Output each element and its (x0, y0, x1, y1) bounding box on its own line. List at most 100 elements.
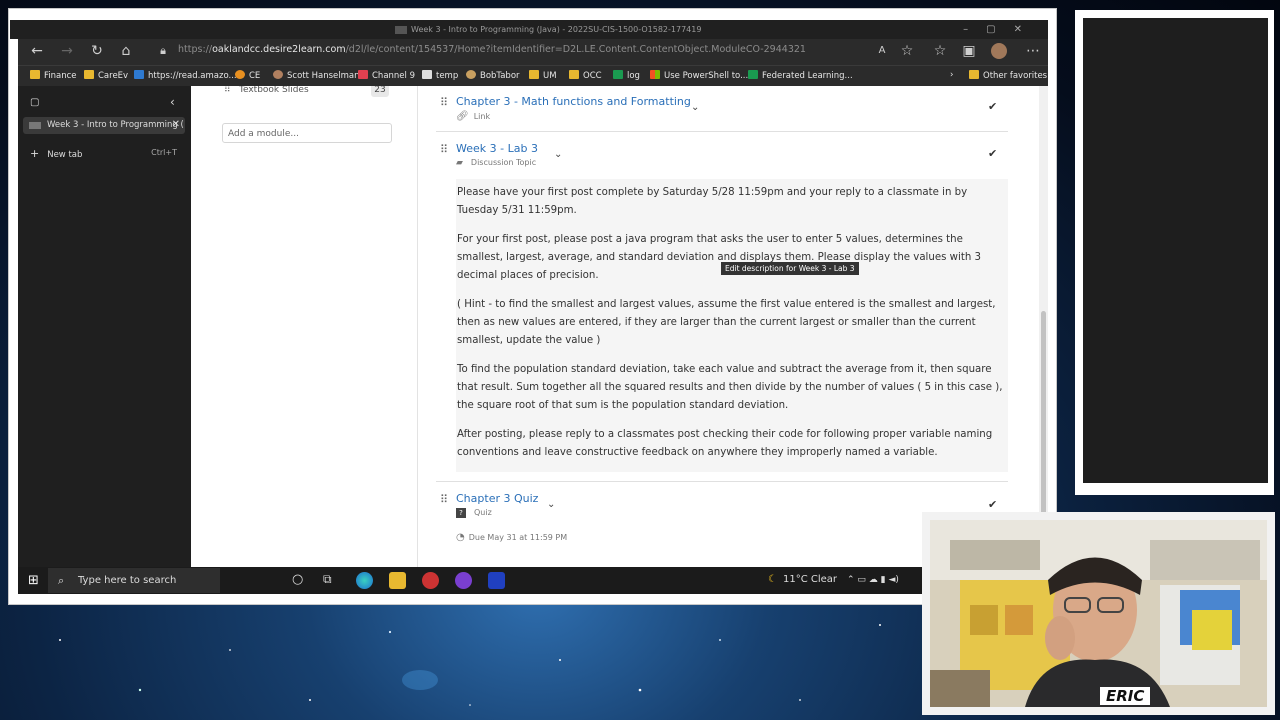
bookmark-item[interactable]: CareEv (84, 70, 128, 81)
divider (436, 131, 1008, 132)
url-field[interactable]: https://oaklandcc.desire2learn.com/d2l/l… (178, 44, 806, 55)
page-icon (422, 70, 432, 79)
chevron-down-icon[interactable]: ⌄ (691, 102, 699, 113)
cortana-icon[interactable]: ○ (292, 572, 303, 587)
avatar-icon (466, 70, 476, 79)
forward-icon[interactable]: → (58, 42, 76, 60)
check-icon: ✔ (988, 147, 998, 160)
drag-handle-icon[interactable]: ⠿ (224, 86, 230, 95)
bookmark-item[interactable]: OCC (569, 70, 602, 81)
window-titlebar: Week 3 - Intro to Programming (Java) - 2… (10, 20, 1048, 39)
tab-active[interactable]: Week 3 - Intro to Programming ( ✕ (23, 117, 185, 134)
bookmarks-overflow-icon[interactable]: › (950, 70, 953, 80)
page-content: ⠿ Textbook Slides 23 Add a module... ⠿ C… (191, 86, 1048, 567)
more-menu-icon[interactable]: ⋯ (1024, 42, 1042, 60)
task-view-icon[interactable]: ⧉ (323, 572, 332, 587)
favorites-icon[interactable]: ☆ (931, 42, 949, 60)
edge-icon[interactable] (356, 572, 373, 589)
description-paragraph: To find the population standard deviatio… (457, 364, 1003, 411)
folder-icon (529, 70, 539, 79)
new-tab-button[interactable]: + New tab (30, 147, 82, 160)
secondary-window-content (1083, 18, 1268, 483)
star-icon (235, 70, 245, 79)
folder-icon (30, 70, 40, 79)
chevron-down-icon[interactable]: ⌄ (554, 149, 562, 160)
chevron-down-icon[interactable]: ⌄ (547, 499, 555, 510)
divider (436, 481, 1008, 482)
item-type: ? Quiz (456, 508, 492, 518)
description-paragraph: After posting, please reply to a classma… (457, 429, 993, 458)
obs-icon[interactable] (422, 572, 439, 589)
clock-icon: ◔ (456, 532, 465, 543)
add-module-input[interactable]: Add a module... (222, 123, 392, 143)
read-aloud-icon[interactable]: A (873, 42, 891, 60)
item-type: ▰ Discussion Topic (456, 158, 537, 168)
intellij-icon[interactable] (488, 572, 505, 589)
bookmark-item[interactable]: Finance (30, 70, 77, 81)
item-title-chapter3[interactable]: Chapter 3 - Math functions and Formattin… (456, 95, 691, 108)
webcam-name-label: ERIC (1100, 687, 1151, 705)
favorite-star-icon[interactable]: ☆ (898, 42, 916, 60)
folder-icon (569, 70, 579, 79)
drag-handle-icon[interactable]: ⠿ (440, 493, 448, 506)
profile-avatar[interactable] (991, 43, 1007, 59)
bookmark-item[interactable]: UM (529, 70, 557, 81)
channel-icon (358, 70, 368, 79)
d2l-favicon-icon (29, 122, 41, 129)
bookmark-item[interactable]: temp (422, 70, 458, 81)
window-controls[interactable]: –▢✕ (963, 20, 1040, 39)
tray-icons[interactable]: ⌃ ▭ ☁ ▮ ◄) (847, 575, 899, 585)
bookmark-item[interactable]: BobTabor (466, 70, 520, 81)
description-paragraph: ( Hint - to find the smallest and larges… (457, 299, 996, 346)
search-icon: ⌕ (58, 574, 65, 587)
bookmark-item[interactable]: Scott Hanselman (273, 70, 360, 81)
bookmark-item[interactable]: CE (235, 70, 260, 81)
tab-actions-icon[interactable]: ▢ (30, 97, 39, 108)
window-title: Week 3 - Intro to Programming (Java) - 2… (411, 25, 702, 34)
other-favorites[interactable]: Other favorites (969, 70, 1047, 81)
lab3-description[interactable]: Please have your first post complete by … (456, 179, 1008, 472)
github-desktop-icon[interactable] (455, 572, 472, 589)
collapse-sidebar-icon[interactable]: ‹ (170, 95, 175, 109)
back-icon[interactable]: ← (28, 42, 46, 60)
bookmark-item[interactable]: Federated Learning... (748, 70, 853, 81)
module-count-badge: 23 (371, 86, 389, 97)
page-scrollbar[interactable] (1039, 86, 1048, 567)
taskbar-search[interactable]: ⌕ Type here to search (48, 568, 220, 593)
search-placeholder: Type here to search (78, 575, 177, 586)
file-explorer-icon[interactable] (389, 572, 406, 589)
vertical-tabs-sidebar: ▢ ‹ Week 3 - Intro to Programming ( ✕ + N… (18, 86, 191, 567)
new-tab-shortcut: Ctrl+T (151, 148, 177, 157)
refresh-icon[interactable]: ↻ (88, 42, 106, 60)
webcam-frame: ERIC (930, 520, 1267, 707)
webcam-scene (930, 520, 1267, 707)
discussion-icon: ▰ (456, 158, 463, 168)
microsoft-icon (650, 70, 660, 79)
avatar-icon (273, 70, 283, 79)
due-date: ◔ Due May 31 at 11:59 PM (456, 532, 568, 543)
item-title-lab3[interactable]: Week 3 - Lab 3 (456, 142, 538, 155)
moon-icon: ☾ (768, 574, 777, 585)
plus-icon: + (30, 147, 40, 160)
item-type: 🔗︎ Link (456, 111, 491, 122)
module-textbook-slides[interactable]: Textbook Slides (239, 86, 309, 95)
secondary-window (1075, 10, 1274, 495)
bookmark-item[interactable]: Channel 9 (358, 70, 415, 81)
drag-handle-icon[interactable]: ⠿ (440, 143, 448, 156)
home-icon[interactable]: ⌂ (117, 42, 135, 60)
bookmark-item[interactable]: log (613, 70, 640, 81)
bookmark-item[interactable]: https://read.amazo... (134, 70, 237, 81)
drag-handle-icon[interactable]: ⠿ (440, 96, 448, 109)
close-tab-icon[interactable]: ✕ (172, 119, 180, 130)
lock-icon[interactable]: 🔒︎ (154, 42, 172, 60)
collections-icon[interactable]: ▣ (960, 42, 978, 60)
windows-start-icon[interactable]: ⊞ (28, 573, 39, 588)
item-title-quiz[interactable]: Chapter 3 Quiz (456, 492, 538, 505)
description-paragraph: For your first post, please post a java … (457, 234, 981, 281)
d2l-favicon-icon (395, 25, 407, 34)
address-bar: ← → ↻ ⌂ 🔒︎ https://oaklandcc.desire2lear… (18, 39, 1048, 65)
module-list-pane: ⠿ Textbook Slides 23 Add a module... (191, 86, 418, 567)
bookmark-item[interactable]: Use PowerShell to... (650, 70, 748, 81)
description-paragraph: Please have your first post complete by … (457, 187, 968, 216)
weather-widget[interactable]: ☾ 11°C Clear ⌃ ▭ ☁ ▮ ◄) (768, 574, 899, 585)
